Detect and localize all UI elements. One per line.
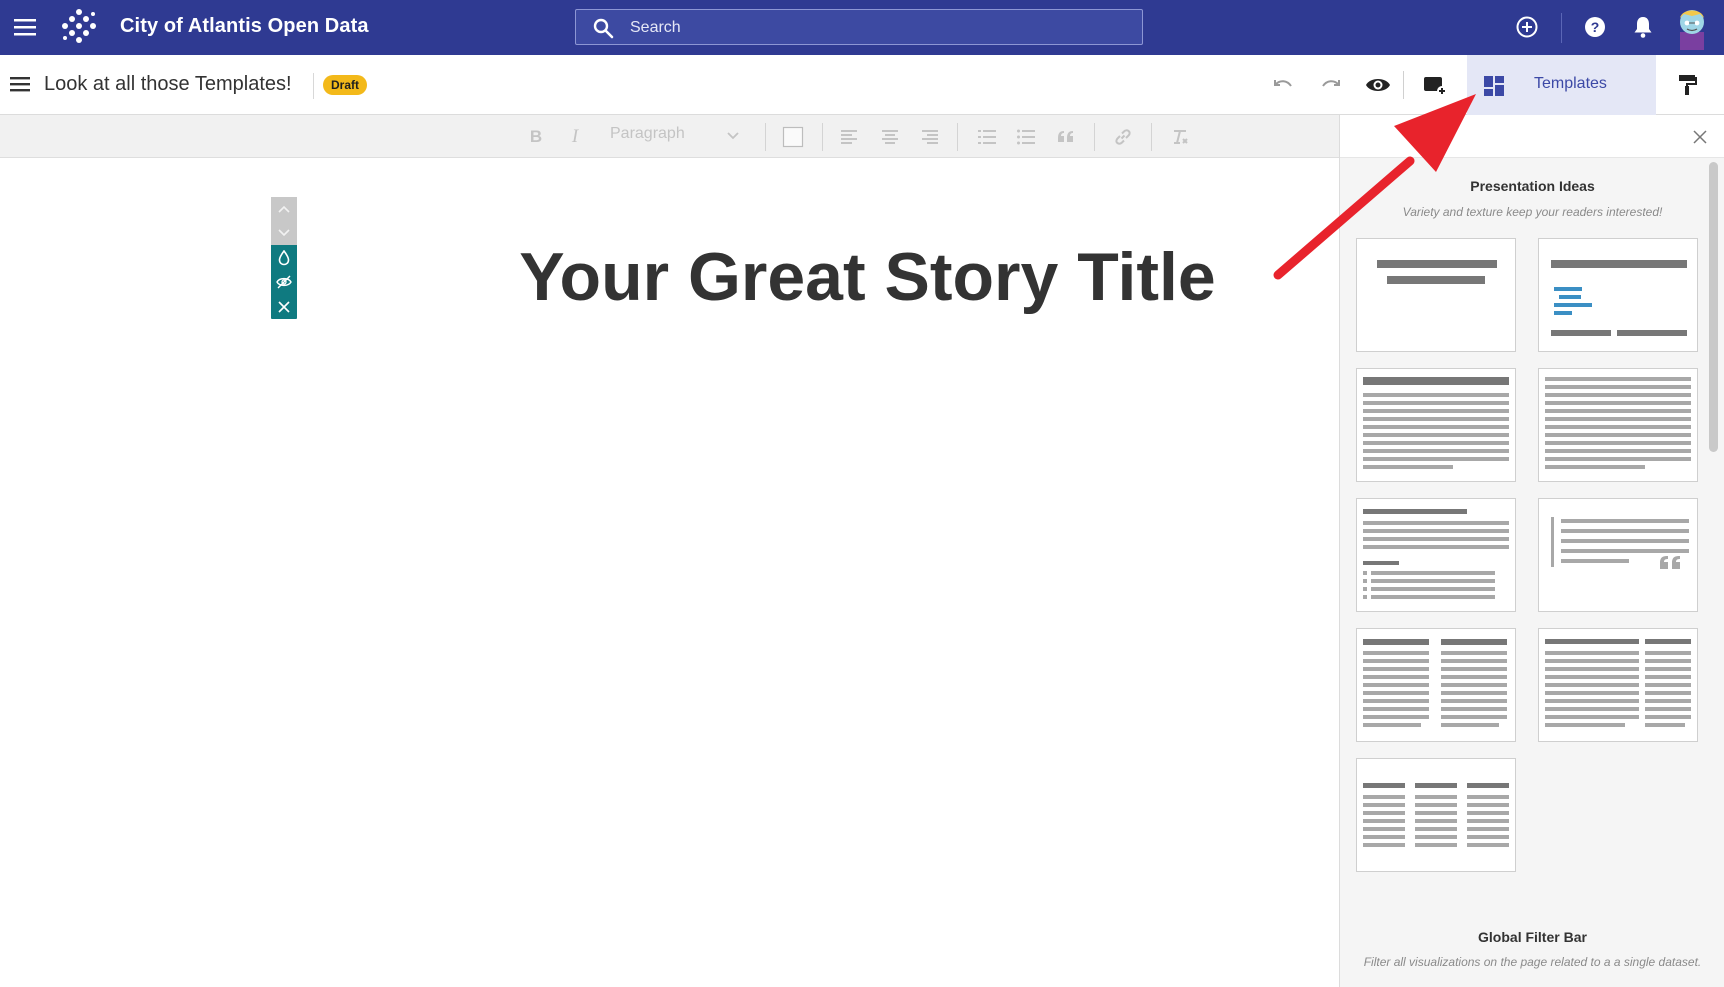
- eye-off-icon: [276, 275, 292, 289]
- undo-button[interactable]: [1268, 70, 1298, 100]
- search-box[interactable]: [575, 9, 1143, 45]
- app-root: City of Atlantis Open Data ? Look at all…: [0, 0, 1724, 987]
- align-left-button[interactable]: [837, 124, 863, 150]
- user-avatar[interactable]: [1672, 4, 1712, 50]
- template-text-card[interactable]: [1538, 368, 1698, 482]
- story-name[interactable]: Look at all those Templates!: [44, 73, 292, 96]
- align-right-icon: [922, 130, 938, 144]
- block-controls: [271, 197, 297, 319]
- app-title: City of Atlantis Open Data: [120, 15, 369, 37]
- section-title: Presentation Ideas: [1470, 178, 1595, 194]
- close-icon: [1693, 130, 1707, 144]
- eye-icon: [1366, 79, 1390, 91]
- story-title-heading[interactable]: Your Great Story Title: [420, 238, 1315, 316]
- chevron-down-icon: [278, 229, 290, 237]
- templates-icon: [1484, 76, 1504, 96]
- help-button[interactable]: ?: [1580, 12, 1610, 42]
- template-heading-text-card[interactable]: [1356, 368, 1516, 482]
- divider: [822, 123, 823, 151]
- bell-icon: [1634, 17, 1652, 38]
- template-title-card[interactable]: [1356, 238, 1516, 352]
- align-right-button[interactable]: [916, 124, 942, 150]
- droplet-icon: [278, 250, 290, 266]
- bold-button[interactable]: B: [523, 124, 549, 150]
- chevron-down-icon: [727, 132, 739, 140]
- color-button[interactable]: [780, 124, 806, 150]
- status-badge: Draft: [323, 75, 368, 95]
- search-icon: [593, 18, 614, 39]
- blockquote-button[interactable]: [1053, 124, 1079, 150]
- formatting-toolbar: B I Paragraph: [0, 115, 1339, 158]
- quote-icon: [1660, 556, 1680, 569]
- link-button[interactable]: [1110, 124, 1136, 150]
- add-card-icon: [1424, 77, 1447, 96]
- divider: [1094, 123, 1095, 151]
- color-swatch-icon: [782, 126, 804, 148]
- numbered-list-icon: [978, 130, 996, 144]
- panel-header: [1340, 115, 1724, 158]
- redo-icon: [1322, 80, 1340, 87]
- divider: [1561, 13, 1562, 43]
- template-two-column-card[interactable]: [1356, 628, 1516, 742]
- redo-button[interactable]: [1316, 70, 1346, 100]
- theme-button[interactable]: [1672, 70, 1702, 100]
- bulleted-list-icon: [1017, 129, 1035, 145]
- add-content-button[interactable]: [1420, 70, 1450, 100]
- section-subtitle: Filter all visualizations on the page re…: [1363, 955, 1702, 969]
- template-title-chart-card[interactable]: [1538, 238, 1698, 352]
- align-center-icon: [882, 130, 898, 144]
- template-quote-card[interactable]: [1538, 498, 1698, 612]
- clear-format-icon: [1174, 130, 1188, 144]
- clear-formatting-button[interactable]: [1167, 124, 1193, 150]
- numbered-list-button[interactable]: [974, 124, 1000, 150]
- svg-text:?: ?: [1591, 19, 1600, 35]
- align-left-icon: [841, 130, 857, 144]
- divider: [765, 123, 766, 151]
- menu-icon: [14, 19, 36, 36]
- outline-menu-icon[interactable]: [8, 72, 32, 96]
- close-panel-button[interactable]: [1688, 125, 1712, 149]
- tab-templates-label: Templates: [1534, 75, 1607, 92]
- top-app-bar: City of Atlantis Open Data ?: [0, 0, 1724, 55]
- templates-panel: Presentation Ideas Variety and texture k…: [1339, 115, 1724, 987]
- bold-icon: B: [529, 127, 543, 146]
- logo-icon: [62, 9, 96, 43]
- template-three-column-card[interactable]: [1356, 758, 1516, 872]
- help-icon: ?: [1585, 17, 1605, 37]
- delete-block-button[interactable]: [271, 295, 297, 319]
- move-down-button[interactable]: [271, 221, 297, 245]
- divider: [313, 73, 314, 99]
- add-circle-icon: [1516, 16, 1538, 38]
- section-subtitle: Variety and texture keep your readers in…: [1402, 205, 1663, 219]
- template-text-list-card[interactable]: [1356, 498, 1516, 612]
- move-up-button[interactable]: [271, 197, 297, 221]
- paragraph-style-select[interactable]: Paragraph: [610, 125, 740, 149]
- create-button[interactable]: [1512, 12, 1542, 42]
- preview-button[interactable]: [1363, 70, 1393, 100]
- editor-canvas[interactable]: Your Great Story Title: [0, 158, 1339, 987]
- paint-roller-icon: [1679, 75, 1697, 95]
- paragraph-style-value: Paragraph: [610, 125, 685, 142]
- tab-templates[interactable]: Templates: [1467, 55, 1656, 115]
- section-title: Global Filter Bar: [1478, 929, 1587, 945]
- bulleted-list-button[interactable]: [1013, 124, 1039, 150]
- block-visibility-button[interactable]: [271, 270, 297, 294]
- main-menu-button[interactable]: [10, 10, 40, 44]
- block-background-button[interactable]: [271, 246, 297, 270]
- divider: [1403, 71, 1404, 99]
- search-input[interactable]: [630, 16, 1110, 40]
- quote-icon: [1058, 131, 1073, 142]
- close-icon: [278, 301, 290, 313]
- italic-button[interactable]: I: [562, 124, 588, 150]
- story-header: Look at all those Templates! Draft Templ…: [0, 55, 1724, 115]
- divider: [957, 123, 958, 151]
- chevron-up-icon: [278, 205, 290, 213]
- divider: [1151, 123, 1152, 151]
- undo-icon: [1274, 80, 1292, 87]
- italic-icon: I: [571, 126, 579, 147]
- notifications-button[interactable]: [1628, 12, 1658, 42]
- link-icon: [1115, 129, 1131, 145]
- align-center-button[interactable]: [877, 124, 903, 150]
- template-wide-narrow-card[interactable]: [1538, 628, 1698, 742]
